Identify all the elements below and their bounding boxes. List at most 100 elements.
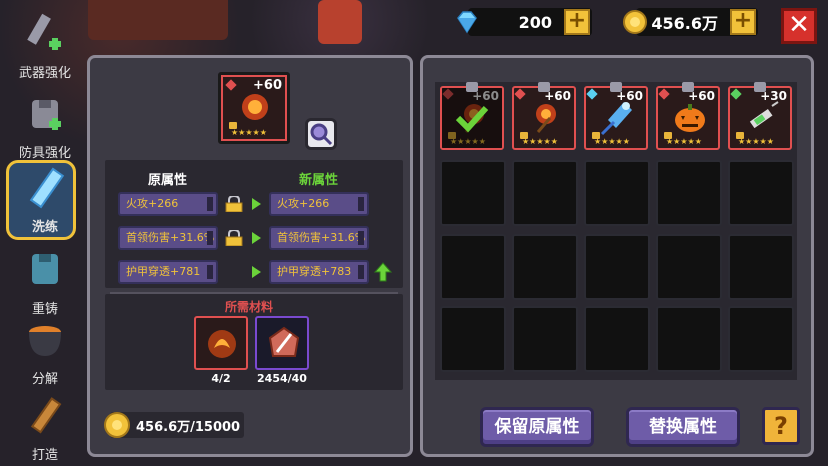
rarity-gem-icon	[514, 88, 526, 100]
new-attribute-2: 首领伤害+31.6%	[269, 226, 369, 250]
sidebar-item-forge[interactable]: 打造	[10, 394, 80, 463]
inventory-slot[interactable]	[728, 306, 794, 372]
inventory-slot[interactable]	[440, 160, 506, 226]
sidebar-item-label: 重铸	[31, 302, 58, 317]
selected-check-icon	[442, 88, 502, 148]
inventory-slot[interactable]	[656, 234, 722, 300]
close-button[interactable]: ✕	[781, 8, 817, 44]
equipped-tag-icon	[466, 82, 478, 92]
magnifier-icon	[310, 123, 333, 146]
rarity-gem-icon	[730, 88, 742, 100]
equipped-tag-icon	[682, 82, 694, 92]
item-stars: ★★★★★	[594, 137, 630, 146]
sidebar-item-weapon-upgrade[interactable]: 武器强化	[10, 12, 80, 81]
fire-staff-icon	[536, 104, 556, 133]
inventory-slot[interactable]	[728, 160, 794, 226]
sidebar-item-label: 防具强化	[18, 146, 71, 161]
ice-staff-icon	[600, 102, 632, 136]
inventory-slot[interactable]	[656, 160, 722, 226]
background-banner	[88, 0, 228, 40]
inventory-slot[interactable]	[584, 234, 650, 300]
inventory-item[interactable]: +60 ★★★★★	[584, 82, 648, 150]
arrow-right-icon	[252, 266, 261, 278]
inventory-slot[interactable]	[584, 306, 650, 372]
reforge-sword-icon	[29, 167, 65, 209]
material-slot-2[interactable]	[255, 316, 309, 370]
sidebar-item-armor-upgrade[interactable]: 防具强化	[10, 92, 80, 161]
inventory-item[interactable]: +60 ★★★★★	[440, 82, 504, 150]
arrow-right-icon	[252, 198, 261, 210]
gold-coin-icon	[104, 412, 130, 438]
lock-toggle-2[interactable]	[225, 230, 243, 246]
item-stars: ★★★★★	[738, 137, 774, 146]
up-arrow-icon	[374, 262, 392, 282]
inventory-item[interactable]: +30 ★★★★★	[728, 82, 792, 150]
equipped-tag-icon	[610, 82, 622, 92]
inventory-slot[interactable]	[440, 306, 506, 372]
sidebar-item-label: 洗练	[31, 220, 58, 235]
pumpkin-icon	[675, 104, 705, 132]
diamond-icon	[457, 11, 477, 34]
gold-coin-icon	[623, 10, 647, 34]
sidebar-item-label: 分解	[31, 372, 58, 387]
help-button[interactable]: ?	[762, 407, 800, 445]
reforge-stone-icon	[268, 326, 300, 357]
lock-toggle-1[interactable]	[225, 196, 243, 212]
selected-item-slot[interactable]: +60 ★★★★★	[218, 72, 290, 144]
inventory-slot[interactable]	[512, 234, 578, 300]
old-attribute-2: 首领伤害+31.6%	[118, 226, 218, 250]
gem-count: 200	[518, 12, 552, 32]
add-gold-button[interactable]: +	[730, 9, 756, 35]
replace-attributes-button[interactable]: 替换属性	[626, 407, 740, 447]
gold-counter: 456.6万 +	[623, 8, 758, 36]
old-attribute-1: 火攻+266	[118, 192, 218, 216]
item-stars: ★★★★★	[231, 128, 267, 137]
cauldron-icon	[29, 326, 61, 356]
equipped-tag-icon	[538, 82, 550, 92]
gold-cost: 456.6万/15000	[136, 420, 241, 435]
inventory-slot[interactable]	[656, 306, 722, 372]
material-count-2: 2454/40	[257, 372, 307, 385]
armor-upgrade-icon	[32, 100, 61, 130]
old-attribute-3: 护甲穿透+781	[118, 260, 218, 284]
sidebar-item-label: 武器强化	[18, 66, 71, 81]
material-slot-1[interactable]	[194, 316, 248, 370]
new-attribute-1: 火攻+266	[269, 192, 369, 216]
keep-attributes-button[interactable]: 保留原属性	[480, 407, 594, 447]
material-count-1: 4/2	[211, 372, 231, 385]
gold-count: 456.6万	[651, 14, 718, 33]
background-character	[318, 0, 362, 44]
rarity-gem-icon	[586, 88, 598, 100]
item-stars: ★★★★★	[522, 137, 558, 146]
item-stars: ★★★★★	[666, 137, 702, 146]
old-attributes-header: 原属性	[148, 173, 188, 188]
recast-armor-icon	[32, 254, 58, 284]
gem-counter: 200 +	[457, 8, 592, 36]
forge-sword-icon	[30, 397, 62, 434]
inventory-slot[interactable]	[512, 160, 578, 226]
sidebar-item-reforge[interactable]: 洗练	[10, 166, 80, 235]
sword-upgrade-icon	[27, 13, 61, 50]
inventory-item[interactable]: +60 ★★★★★	[512, 82, 576, 150]
fire-staff-icon	[242, 94, 268, 120]
sidebar-item-label: 打造	[31, 448, 58, 463]
sidebar-item-dismantle[interactable]: 分解	[10, 318, 80, 387]
magnify-button[interactable]	[305, 118, 337, 150]
inventory-slot[interactable]	[584, 160, 650, 226]
syringe-icon	[749, 101, 779, 129]
arrow-right-icon	[252, 232, 261, 244]
inventory-slot[interactable]	[512, 306, 578, 372]
fire-orb-icon	[208, 330, 236, 358]
materials-title: 所需材料	[225, 300, 274, 314]
inventory-item[interactable]: +60 ★★★★★	[656, 82, 720, 150]
new-attribute-3: 护甲穿透+783	[269, 260, 369, 284]
rarity-gem-icon	[225, 79, 237, 91]
inventory-slot[interactable]	[440, 234, 506, 300]
rarity-gem-icon	[658, 88, 670, 100]
reforge-screen: 200 + 456.6万 + ✕ 武器强化 防具强化 洗练 重铸 分解 打造 +…	[0, 0, 828, 466]
inventory-slot[interactable]	[728, 234, 794, 300]
equipped-tag-icon	[754, 82, 766, 92]
sidebar-item-recast[interactable]: 重铸	[10, 248, 80, 317]
gold-cost-box: 456.6万/15000	[104, 412, 244, 438]
add-gems-button[interactable]: +	[564, 9, 590, 35]
